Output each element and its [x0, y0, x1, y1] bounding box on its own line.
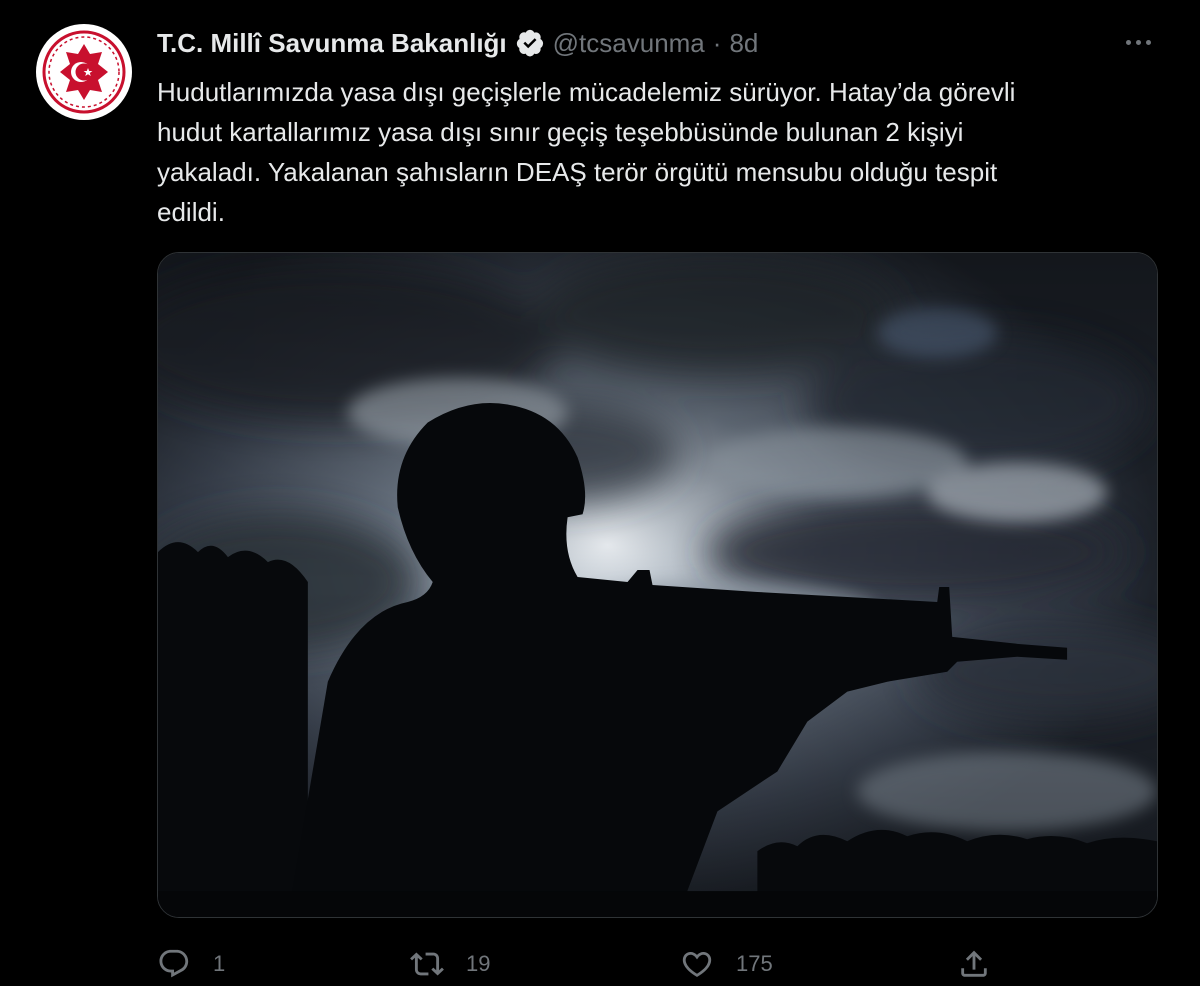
more-options-icon[interactable]: [1118, 30, 1158, 54]
reply-icon: [159, 949, 189, 978]
reply-count: 1: [213, 951, 226, 976]
like-button[interactable]: 175: [680, 942, 773, 986]
tweet-timestamp[interactable]: 8d: [729, 26, 758, 60]
retweet-count: 19: [466, 951, 491, 976]
share-icon: [961, 950, 987, 977]
tweet-actions: 1 19 175: [157, 942, 1007, 986]
retweet-button[interactable]: 19: [410, 942, 490, 986]
tweet: T.C. Millî Savunma Bakanlığı @tcsavunma …: [0, 0, 1200, 986]
share-button[interactable]: [957, 942, 991, 986]
like-count: 175: [736, 951, 773, 976]
author-avatar[interactable]: [36, 24, 132, 120]
tweet-photo[interactable]: [157, 252, 1158, 918]
tweet-header: T.C. Millî Savunma Bakanlığı @tcsavunma …: [157, 26, 758, 60]
separator-dot: ·: [712, 28, 722, 58]
verified-badge-icon: [515, 28, 545, 58]
heart-icon: [682, 951, 712, 977]
retweet-icon: [410, 952, 444, 976]
reply-button[interactable]: 1: [157, 942, 225, 986]
photo-image: [158, 253, 1157, 917]
tweet-text: Hudutlarımızda yasa dışı geçişlerle müca…: [157, 77, 1016, 227]
ministry-emblem-icon: [38, 26, 130, 118]
author-handle[interactable]: @tcsavunma: [553, 26, 705, 60]
author-name[interactable]: T.C. Millî Savunma Bakanlığı: [157, 26, 507, 60]
